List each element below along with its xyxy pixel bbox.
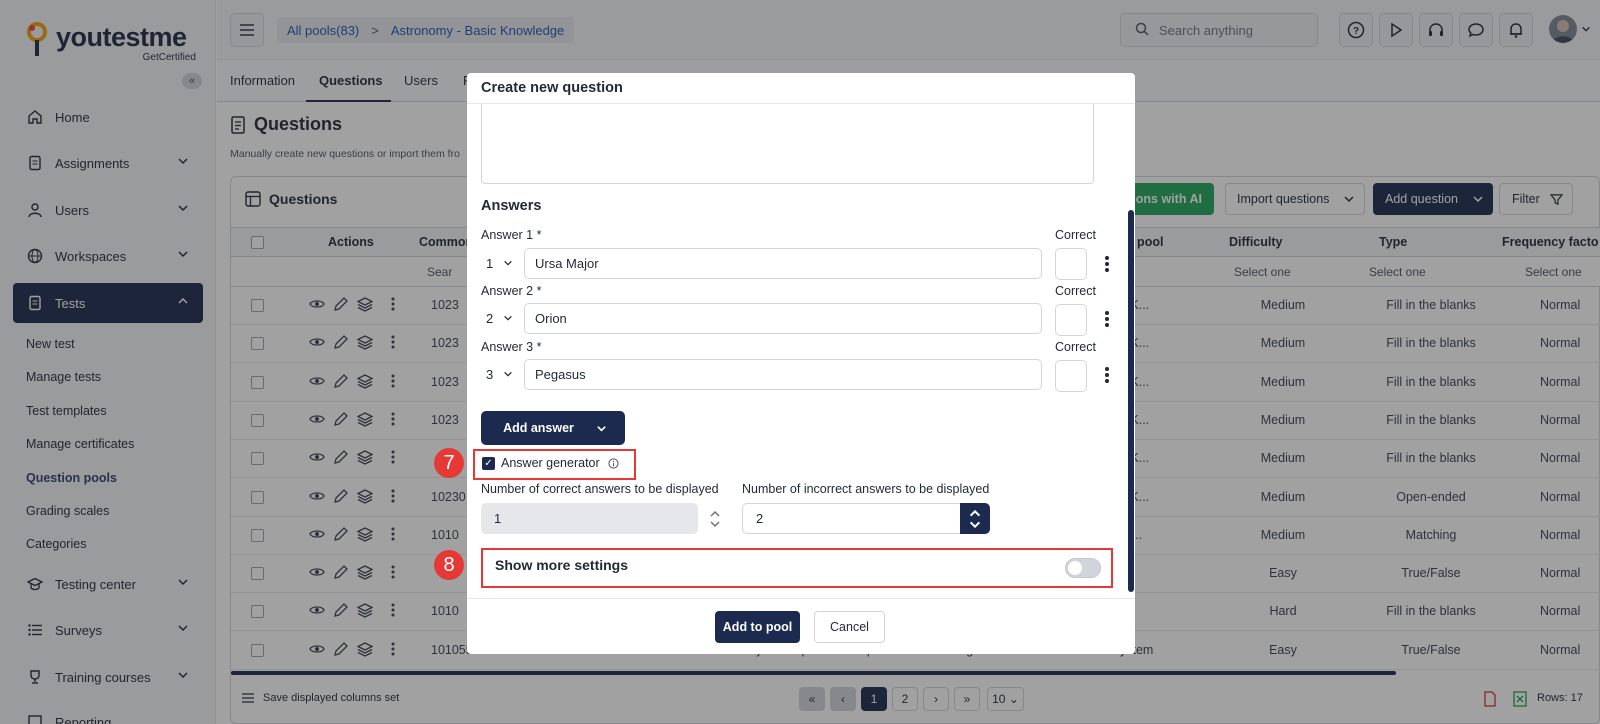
chevron-up-icon[interactable] — [968, 508, 982, 519]
answer-3-input[interactable]: Pegasus — [524, 359, 1042, 390]
dialog-footer: Add to pool Cancel — [467, 598, 1135, 654]
answer-1-label: Answer 1 * — [481, 228, 542, 242]
step-badge-8: 8 — [434, 550, 464, 580]
answer-2-label: Answer 2 * — [481, 284, 542, 298]
chevron-up-icon[interactable] — [709, 509, 721, 519]
answer-generator-label: Answer generator — [501, 456, 600, 470]
incorrect-count-label: Number of incorrect answers to be displa… — [742, 482, 990, 496]
correct-count-stepper[interactable] — [705, 503, 725, 534]
chevron-down-icon — [504, 260, 513, 266]
answer-1-order-select[interactable]: 1 — [481, 248, 521, 278]
answer-3-label: Answer 3 * — [481, 340, 542, 354]
cancel-button[interactable]: Cancel — [814, 611, 885, 643]
answer-generator-checkbox[interactable]: ✓ — [482, 457, 495, 470]
add-answer-label: Add answer — [503, 421, 574, 435]
answer-3-more-icon[interactable] — [1103, 365, 1111, 385]
create-question-dialog: Create new question Answers Answer 1 * C… — [467, 73, 1135, 654]
correct-count-label: Number of correct answers to be displaye… — [481, 482, 719, 496]
correct-label: Correct — [1055, 340, 1096, 354]
add-answer-button[interactable]: Add answer — [481, 411, 625, 445]
question-text-editor[interactable] — [481, 104, 1094, 184]
answer-2-correct-checkbox[interactable] — [1055, 304, 1087, 336]
answer-2-order: 2 — [486, 310, 494, 326]
answers-section-title: Answers — [481, 198, 542, 214]
answer-3-value: Pegasus — [535, 367, 586, 382]
show-more-settings-label: Show more settings — [495, 557, 629, 573]
answer-3-correct-checkbox[interactable] — [1055, 360, 1087, 392]
answer-1-value: Ursa Major — [535, 256, 599, 271]
step-badge-7: 7 — [434, 448, 464, 478]
chevron-down-icon[interactable] — [968, 519, 982, 530]
correct-count-value: 1 — [494, 511, 502, 526]
answer-1-correct-checkbox[interactable] — [1055, 248, 1087, 280]
incorrect-count-input[interactable]: 2 — [742, 503, 960, 534]
answer-1-order: 1 — [486, 255, 494, 271]
correct-label: Correct — [1055, 284, 1096, 298]
correct-count-input[interactable]: 1 — [481, 503, 698, 534]
answer-2-more-icon[interactable] — [1103, 309, 1111, 329]
answer-3-order-select[interactable]: 3 — [481, 359, 521, 389]
dialog-title: Create new question — [467, 73, 1135, 104]
answer-1-more-icon[interactable] — [1103, 254, 1111, 274]
answer-2-input[interactable]: Orion — [524, 303, 1042, 334]
incorrect-count-value: 2 — [756, 511, 764, 526]
answer-1-input[interactable]: Ursa Major — [524, 248, 1042, 279]
chevron-down-icon[interactable] — [596, 423, 607, 434]
answer-3-order: 3 — [486, 366, 494, 382]
info-icon[interactable] — [608, 457, 619, 472]
chevron-down-icon[interactable] — [709, 519, 721, 529]
answer-2-value: Orion — [535, 311, 567, 326]
correct-label: Correct — [1055, 228, 1096, 242]
answer-2-order-select[interactable]: 2 — [481, 303, 521, 333]
dialog-scrollbar[interactable] — [1128, 210, 1134, 592]
chevron-down-icon — [504, 371, 513, 377]
chevron-down-icon — [504, 315, 513, 321]
incorrect-count-stepper[interactable] — [960, 503, 990, 534]
add-to-pool-button[interactable]: Add to pool — [715, 611, 800, 643]
show-more-settings-toggle[interactable] — [1065, 558, 1101, 578]
